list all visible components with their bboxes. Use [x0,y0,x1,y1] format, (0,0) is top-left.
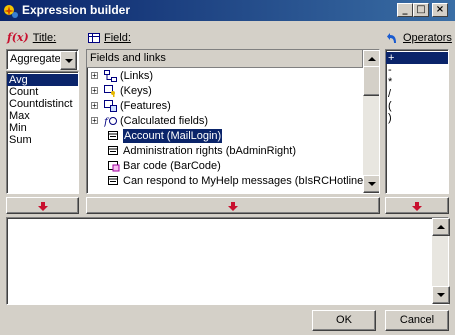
calculated-fields-icon: f [103,115,117,128]
scroll-up-icon [368,57,376,61]
tree-item[interactable]: + (Features) [87,99,363,113]
ok-button[interactable]: OK [312,310,376,331]
insert-function-button[interactable] [6,197,79,214]
operator-item[interactable]: + [386,52,448,64]
function-item[interactable]: Sum [7,134,78,146]
operators-label: Operators [403,32,452,44]
fields-scrollbar[interactable] [363,50,379,193]
aggregate-dropdown-value: Aggregate [10,53,61,65]
links-icon [104,70,117,82]
aggregate-dropdown[interactable]: Aggregate [6,49,79,70]
close-button[interactable]: × [432,3,448,17]
tree-item-label: Account (MailLogin) [121,128,224,144]
operator-item[interactable]: ( [386,100,448,112]
dropdown-arrow-icon [65,59,73,63]
insert-field-button[interactable] [86,197,380,214]
function-item[interactable]: Countdistinct [7,98,78,110]
scroll-down-button[interactable] [363,175,379,193]
tree-item[interactable]: Can respond to MyHelp messages (bIsRCHot… [87,174,371,188]
tree-item-label: Administration rights (bAdminRight) [123,145,297,157]
function-item[interactable]: Avg [7,74,78,86]
field-icon [107,145,120,157]
function-item[interactable]: Min [7,122,78,134]
scroll-down-icon [368,182,376,186]
cancel-button[interactable]: Cancel [385,310,449,331]
expand-icon[interactable]: + [91,72,98,80]
minimize-button[interactable]: _ [397,3,413,17]
scroll-down-icon [437,293,445,297]
insert-operator-button[interactable] [385,197,449,214]
operator-item[interactable]: / [386,88,448,100]
insert-down-arrow-icon [228,202,238,211]
tree-item[interactable]: + (Keys) [87,84,363,98]
expression-editor[interactable] [6,217,450,305]
close-icon: × [435,4,445,15]
tree-item[interactable]: Administration rights (bAdminRight) [87,144,363,158]
editor-scroll-up-button[interactable] [432,218,450,236]
expand-icon[interactable]: + [91,117,98,125]
function-item[interactable]: Count [7,86,78,98]
tree-item[interactable]: Bar code (BarCode) [87,159,363,173]
fields-column-header[interactable]: Fields and links [87,50,363,68]
field-label: Field: [104,32,131,44]
window-title: Expression builder [22,3,131,17]
tree-item-label: (Calculated fields) [120,115,209,127]
fields-panel[interactable]: Fields and links + (Links) + (Keys) + (Featur… [86,49,380,194]
tree-item-label: (Links) [120,70,154,82]
function-item[interactable]: Max [7,110,78,122]
aggregate-dropdown-button[interactable] [60,51,77,70]
operators-arrow-icon [387,32,396,43]
tree-item[interactable]: + (Links) [87,69,363,83]
title-header: f(x) Title: [7,29,56,47]
barcode-icon [107,160,120,172]
expand-icon[interactable]: + [91,102,98,110]
tree-item-label: (Keys) [120,85,152,97]
maximize-button[interactable]: □ [413,3,429,17]
expression-builder-icon [4,5,18,18]
field-grid-icon [88,33,100,44]
operator-item[interactable]: ) [386,112,448,124]
tree-item-label: (Features) [120,100,171,112]
tree-item-label: Bar code (BarCode) [123,160,221,172]
minimize-icon: _ [402,4,408,15]
field-header: Field: [88,29,131,47]
svg-text:f: f [104,117,110,127]
tree-item[interactable]: + f (Calculated fields) [87,114,363,128]
function-list[interactable]: Avg Count Countdistinct Max Min Sum [6,71,79,194]
operator-item[interactable]: * [386,76,448,88]
tree-item-label: Can respond to MyHelp messages (bIsRCHot… [123,175,371,187]
title-bar[interactable]: Expression builder _ □ × [0,0,455,21]
tree-item[interactable]: Account (MailLogin) [87,128,363,144]
editor-scroll-down-button[interactable] [432,286,450,304]
scroll-thumb[interactable] [363,66,379,96]
keys-icon [104,85,117,97]
function-icon: f(x) [7,31,29,45]
features-icon [104,100,117,112]
insert-down-arrow-icon [412,202,422,211]
expand-icon[interactable]: + [91,87,98,95]
scroll-up-icon [437,225,445,229]
operators-list[interactable]: + - * /() [385,49,449,194]
insert-down-arrow-icon [37,202,48,211]
field-icon [107,130,120,142]
fields-tree[interactable]: + (Links) + (Keys) + (Features) + f (Calculated … [87,68,371,193]
operators-header: Operators [386,29,452,47]
editor-scrollbar[interactable] [432,218,450,304]
title-label: Title: [32,32,57,44]
operator-item[interactable]: - [386,64,448,76]
maximize-icon: □ [416,4,426,15]
field-icon [107,175,120,187]
